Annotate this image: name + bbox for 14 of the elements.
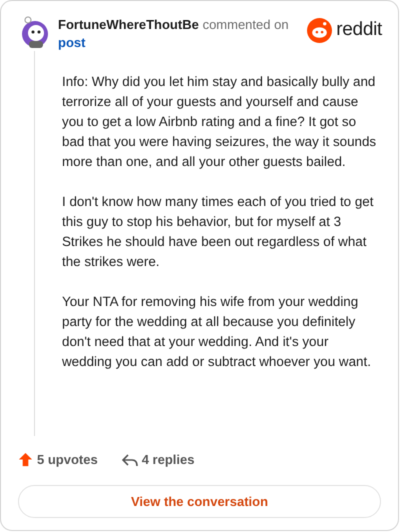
- upvote-arrow-icon[interactable]: [18, 452, 33, 468]
- view-conversation-button[interactable]: View the conversation: [18, 484, 381, 518]
- comment-paragraph: I don't know how many times each of you tried to get this guy to stop his behavior, but for myself at 3 Strikes he should have been out regardless of what the strikes were.: [62, 193, 374, 271]
- reply-arrow-icon[interactable]: [122, 452, 138, 467]
- username[interactable]: FortuneWhereThoutBe: [58, 17, 199, 32]
- post-link[interactable]: post: [58, 35, 86, 50]
- avatar-icon: [20, 16, 50, 48]
- action-text: commented on: [202, 17, 289, 32]
- reply-count: 4 replies: [142, 451, 194, 469]
- comment-paragraph: Your NTA for removing his wife from your wedding party for the wedding at all because you definitely don't need that at your wedding. And it's your wedding you can add or subtract whoever you want.: [62, 293, 372, 371]
- reddit-logo-icon: [307, 18, 332, 43]
- comment-paragraph: Info: Why did you let him stay and basically bully and terrorize all of your guests and yourself and cause you to get a low Airbnb rating and a fine? It got so bad that you were having seizures, the way it sounds more than one, and all your other guests bailed.: [62, 73, 378, 171]
- upvote-count: 5 upvotes: [37, 451, 98, 469]
- brand-name: reddit: [336, 18, 382, 42]
